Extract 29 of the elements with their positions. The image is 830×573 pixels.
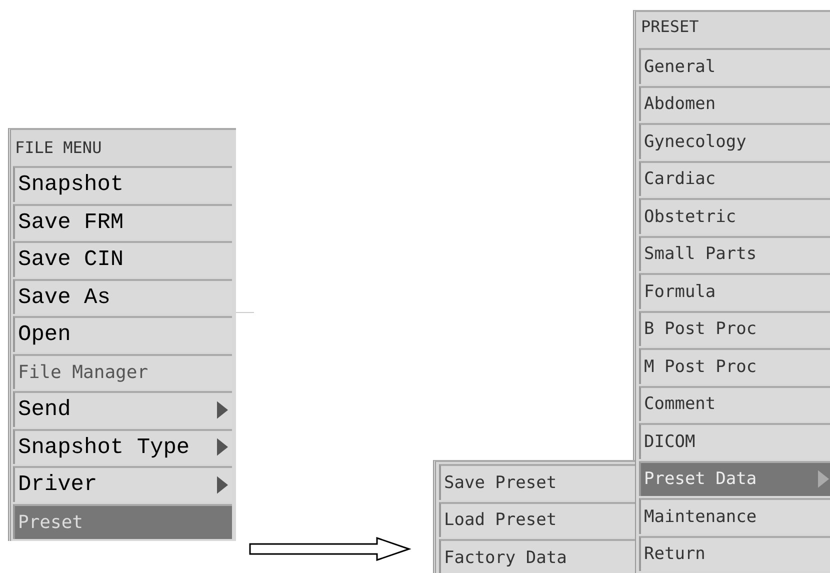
- menu-item[interactable]: DICOM: [639, 423, 830, 458]
- menu-title: FILE MENU: [14, 137, 103, 159]
- menu-item[interactable]: B Post Proc: [639, 310, 830, 346]
- menu-title: PRESET: [640, 16, 700, 38]
- menu-item[interactable]: Formula: [639, 273, 830, 308]
- menu-item[interactable]: Send: [13, 391, 232, 426]
- menu-item[interactable]: General: [639, 48, 830, 84]
- menu-item[interactable]: Return: [639, 536, 830, 571]
- menu-item[interactable]: Save FRM: [13, 204, 232, 239]
- menu-item[interactable]: Gynecology: [639, 123, 830, 158]
- menu-item[interactable]: File Manager: [13, 354, 232, 389]
- menu-item[interactable]: Load Preset: [439, 502, 635, 537]
- menu-item[interactable]: Obstetric: [639, 198, 830, 234]
- menu-item[interactable]: Open: [13, 316, 232, 352]
- menu-item[interactable]: Factory Data: [439, 539, 635, 573]
- menu-item[interactable]: Snapshot Type: [13, 428, 232, 464]
- menu-item[interactable]: Save As: [13, 278, 232, 314]
- menu-item[interactable]: Driver: [13, 466, 232, 502]
- menu-item[interactable]: Save CIN: [13, 241, 232, 276]
- menu-item[interactable]: Abdomen: [639, 86, 830, 121]
- menu-item[interactable]: Cardiac: [639, 160, 830, 196]
- menu-item[interactable]: Preset Data: [639, 460, 830, 496]
- menu-item[interactable]: Maintenance: [639, 498, 830, 534]
- menu-item[interactable]: Save Preset: [439, 464, 635, 500]
- menu-item[interactable]: M Post Proc: [639, 348, 830, 384]
- arrow-icon: [249, 537, 411, 561]
- menu-item[interactable]: Snapshot: [13, 166, 232, 202]
- menu-item[interactable]: Comment: [639, 386, 830, 421]
- menu-item[interactable]: Small Parts: [639, 236, 830, 271]
